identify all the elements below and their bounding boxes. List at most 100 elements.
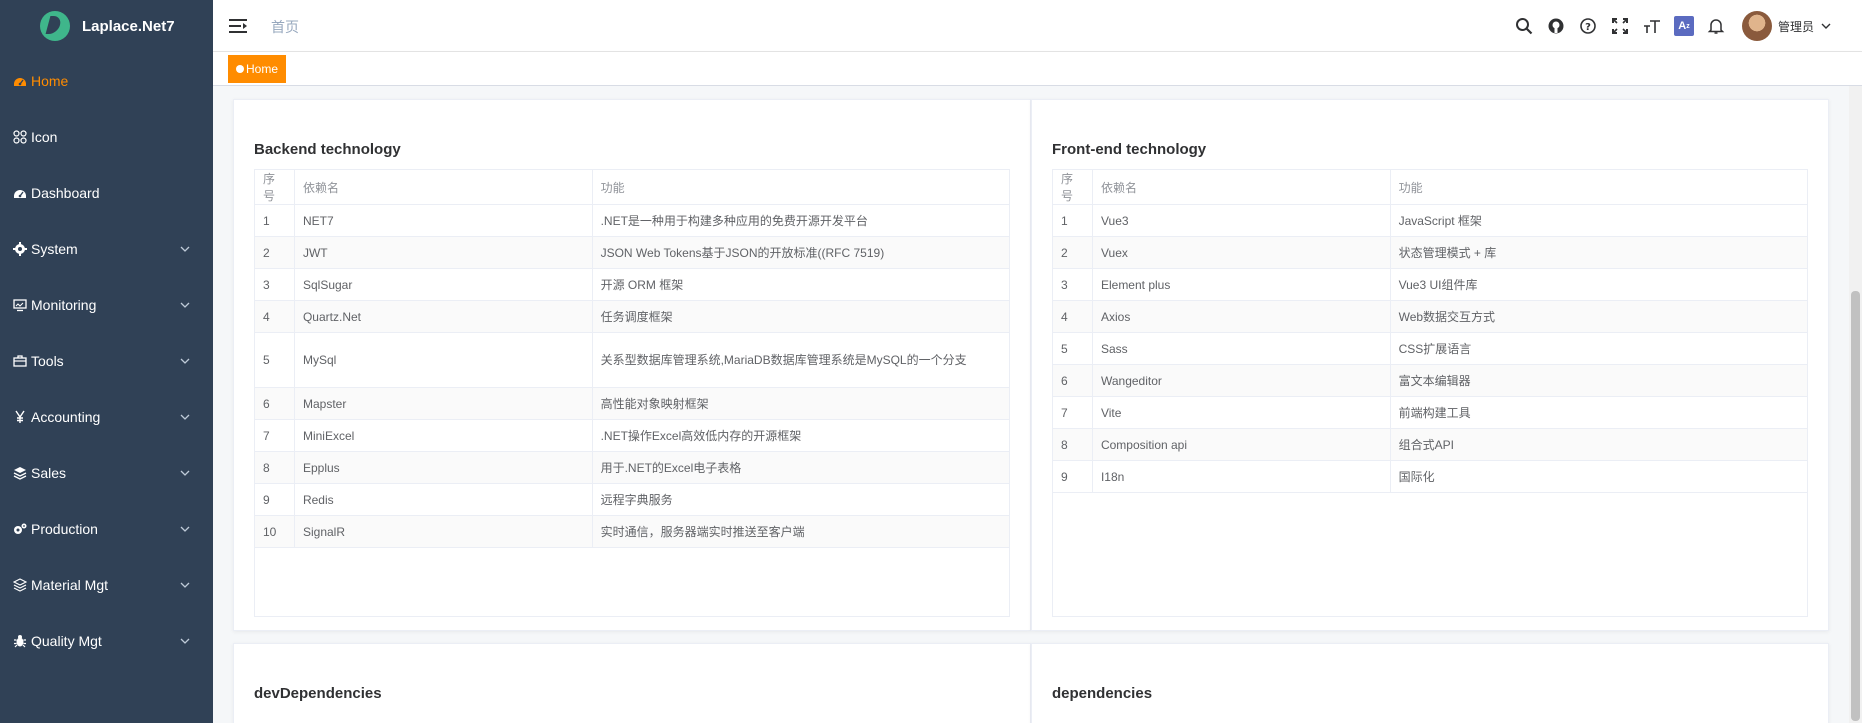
table-cell: Vite: [1091, 396, 1391, 429]
dashboard-icon: [13, 186, 27, 200]
table-row[interactable]: 6 Mapster 高性能对象映射框架: [254, 387, 1011, 420]
column-header: 功能: [1389, 169, 1809, 205]
sidebar-item-label: System: [31, 241, 78, 257]
table-cell: Vue3 UI组件库: [1389, 268, 1809, 301]
chevron-down-icon: [180, 246, 190, 252]
sidebar-item-monitoring[interactable]: Monitoring: [0, 277, 213, 333]
sidebar-item-dashboard[interactable]: Dashboard: [0, 165, 213, 221]
table-cell: Vue3: [1091, 204, 1391, 237]
sidebar-item-system[interactable]: System: [0, 221, 213, 277]
table-row[interactable]: 8 Composition api 组合式API: [1052, 428, 1809, 461]
table-row[interactable]: 3 Element plus Vue3 UI组件库: [1052, 268, 1809, 301]
table-cell: 任务调度框架: [591, 300, 1011, 333]
table-row[interactable]: 2 Vuex 状态管理模式 + 库: [1052, 236, 1809, 269]
table-row[interactable]: 4 Axios Web数据交互方式: [1052, 300, 1809, 333]
app-title: Laplace.Net7: [82, 17, 175, 35]
search-icon[interactable]: [1508, 10, 1540, 42]
card-title: Front-end technology: [1052, 141, 1207, 158]
column-header: 序号: [254, 169, 295, 205]
table-header-row: 序号 依赖名 功能: [254, 169, 1011, 205]
sidebar-item-label: Production: [31, 521, 98, 537]
table-row[interactable]: 9 Redis 远程字典服务: [254, 483, 1011, 516]
table-cell: 1: [1052, 204, 1093, 237]
sidebar-item-accounting[interactable]: Accounting: [0, 389, 213, 445]
scrollbar-thumb[interactable]: [1851, 291, 1860, 721]
sidebar-item-label: Material Mgt: [31, 577, 109, 593]
table-cell: 组合式API: [1389, 428, 1809, 461]
table-cell: 9: [1052, 460, 1093, 493]
table-cell: JSON Web Tokens基于JSON的开放标准((RFC 7519): [591, 236, 1011, 269]
table-row[interactable]: 5 Sass CSS扩展语言: [1052, 332, 1809, 365]
table-row[interactable]: 10 SignalR 实时通信，服务器端实时推送至客户端: [254, 515, 1011, 548]
table-cell: Wangeditor: [1091, 364, 1391, 397]
table-row[interactable]: 9 I18n 国际化: [1052, 460, 1809, 493]
table-row[interactable]: 7 Vite 前端构建工具: [1052, 396, 1809, 429]
tag-home[interactable]: Home: [228, 55, 287, 83]
translate-icon[interactable]: Az: [1668, 10, 1700, 42]
tags-view: Home: [213, 52, 1862, 86]
page-scrollbar[interactable]: [1849, 86, 1862, 723]
font-size-icon[interactable]: [1636, 10, 1668, 42]
sidebar-item-home[interactable]: Home: [0, 53, 213, 109]
sidebar-item-label: Quality Mgt: [31, 633, 102, 649]
sidebar-item-label: Icon: [31, 129, 58, 145]
table-cell: 实时通信，服务器端实时推送至客户端: [591, 515, 1011, 548]
table-cell: 4: [254, 300, 295, 333]
table-cell: 5: [254, 332, 295, 388]
table-cell: Vuex: [1091, 236, 1391, 269]
table-row[interactable]: 1 Vue3 JavaScript 框架: [1052, 204, 1809, 237]
table-row[interactable]: 2 JWT JSON Web Tokens基于JSON的开放标准((RFC 7519…: [254, 236, 1011, 269]
table-row[interactable]: 5 MySql 关系型数据库管理系统,MariaDB数据库管理系统是MySQL的一个…: [254, 332, 1011, 388]
sidebar: Laplace.Net7 Home Icon Dashboard System Moni…: [0, 0, 213, 723]
backend-table: 序号 依赖名 功能 1 NET7 .NET是一种用于构建多种应用的免费开源开发平台 2 JWT…: [254, 169, 1011, 548]
table-row[interactable]: 1 NET7 .NET是一种用于构建多种应用的免费开源开发平台: [254, 204, 1011, 237]
chevron-down-icon: [180, 414, 190, 420]
sidebar-item-sales[interactable]: Sales: [0, 445, 213, 501]
github-icon[interactable]: [1540, 10, 1572, 42]
sidebar-item-production[interactable]: Production: [0, 501, 213, 557]
table-row[interactable]: 6 Wangeditor 富文本编辑器: [1052, 364, 1809, 397]
column-header: 依赖名: [293, 169, 593, 205]
fullscreen-icon[interactable]: [1604, 10, 1636, 42]
table-cell: Redis: [293, 483, 593, 516]
table-row[interactable]: 8 Epplus 用于.NET的Excel电子表格: [254, 451, 1011, 484]
table-cell: 6: [254, 387, 295, 420]
table-cell: Composition api: [1091, 428, 1391, 461]
table-cell: 3: [1052, 268, 1093, 301]
sidebar-item-tools[interactable]: Tools: [0, 333, 213, 389]
table-row[interactable]: 4 Quartz.Net 任务调度框架: [254, 300, 1011, 333]
help-icon[interactable]: ?: [1572, 10, 1604, 42]
table-cell: SignalR: [293, 515, 593, 548]
app-logo[interactable]: Laplace.Net7: [0, 0, 213, 52]
sidebar-item-icon[interactable]: Icon: [0, 109, 213, 165]
table-row[interactable]: 3 SqlSugar 开源 ORM 框架: [254, 268, 1011, 301]
table-cell: Element plus: [1091, 268, 1391, 301]
breadcrumb[interactable]: 首页: [271, 17, 299, 37]
user-menu[interactable]: 管理员: [1741, 11, 1832, 41]
column-header: 功能: [591, 169, 1011, 205]
table-cell: MiniExcel: [293, 419, 593, 452]
table-cell: 关系型数据库管理系统,MariaDB数据库管理系统是MySQL的一个分支: [591, 332, 1011, 388]
cogs-icon: [13, 522, 27, 536]
table-cell: 2: [254, 236, 295, 269]
sidebar-item-label: Home: [31, 73, 69, 89]
table-cell: 富文本编辑器: [1389, 364, 1809, 397]
chevron-down-icon: [1821, 23, 1831, 29]
top-header: 首页 ? Az 管理员: [213, 0, 1862, 52]
table-cell: Sass: [1091, 332, 1391, 365]
header-toolbar: ? Az 管理员: [1508, 10, 1832, 42]
active-dot: [236, 65, 244, 73]
sidebar-item-material-mgt[interactable]: Material Mgt: [0, 557, 213, 613]
frontend-card: Front-end technology 序号 依赖名 功能 1 Vue3 JavaScr…: [1031, 99, 1829, 631]
bell-icon[interactable]: [1700, 10, 1732, 42]
table-cell: 1: [254, 204, 295, 237]
table-cell: Axios: [1091, 300, 1391, 333]
monitor-icon: [13, 298, 27, 312]
table-cell: .NET是一种用于构建多种应用的免费开源开发平台: [591, 204, 1011, 237]
table-cell: JavaScript 框架: [1389, 204, 1809, 237]
table-cell: 4: [1052, 300, 1093, 333]
chevron-down-icon: [180, 470, 190, 476]
menu-toggle-icon[interactable]: [229, 18, 247, 34]
sidebar-item-quality-mgt[interactable]: Quality Mgt: [0, 613, 213, 669]
table-row[interactable]: 7 MiniExcel .NET操作Excel高效低内存的开源框架: [254, 419, 1011, 452]
